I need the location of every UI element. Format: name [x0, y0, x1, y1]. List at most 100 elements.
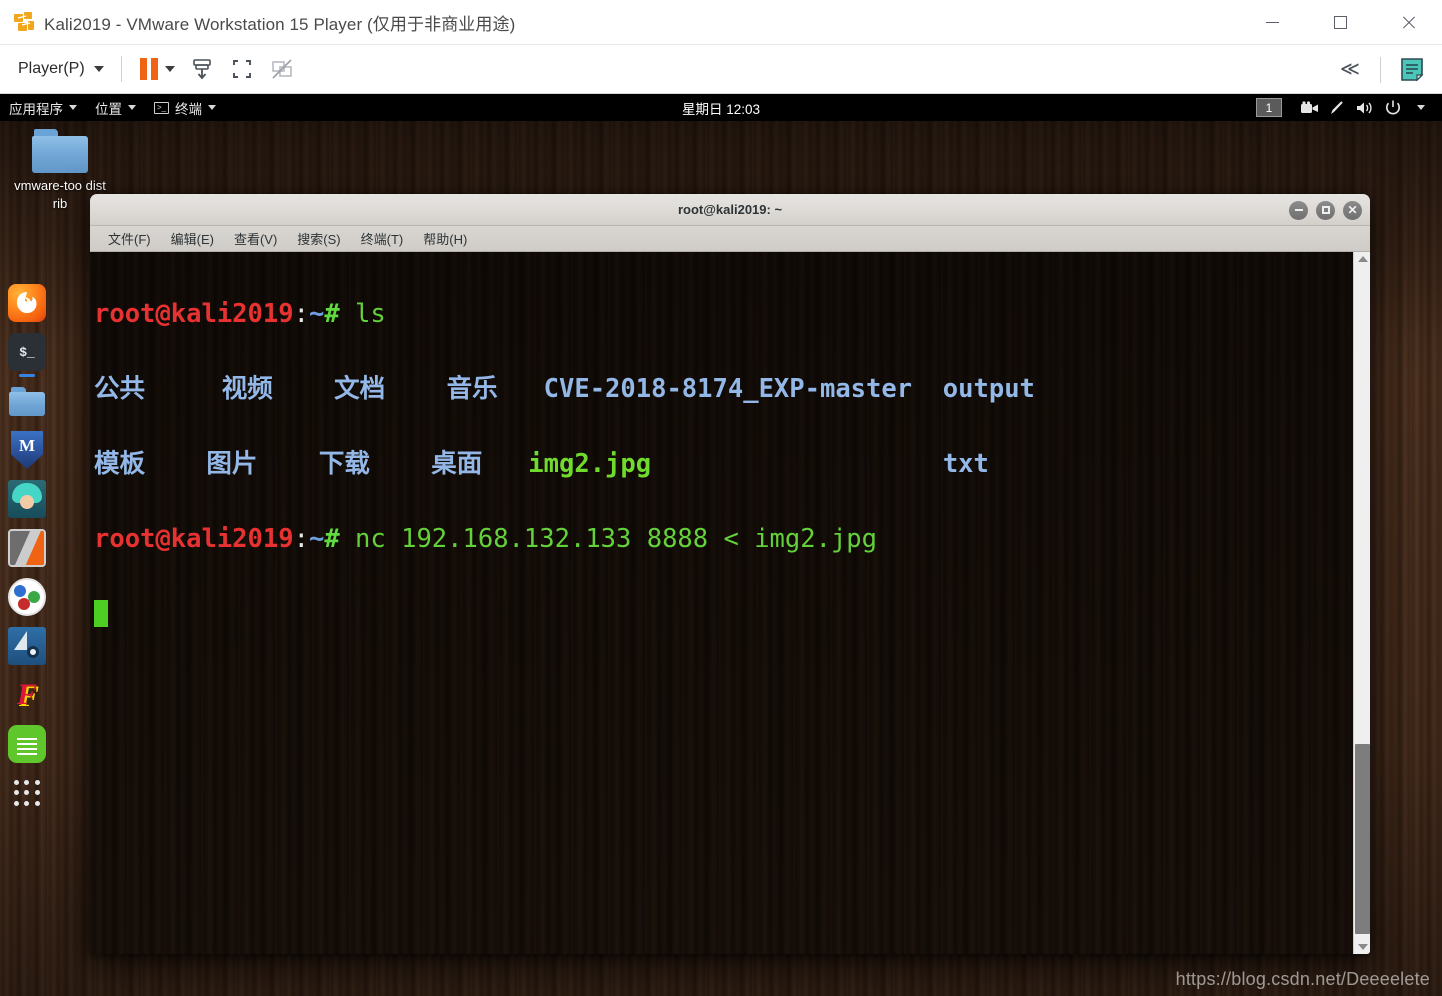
dock-item-faraday[interactable]: F	[8, 676, 46, 714]
maximize-icon	[1321, 206, 1330, 214]
snapshot-button[interactable]	[185, 51, 219, 87]
panel-menu-places[interactable]: 位置	[86, 94, 145, 121]
panel-menu-applications-label: 应用程序	[9, 101, 63, 117]
terminal-maximize-button[interactable]	[1316, 200, 1335, 220]
volume-icon[interactable]	[1352, 94, 1378, 121]
favorites-dock: $_ M F	[0, 276, 54, 822]
prompt-user-host: root@kali2019	[94, 523, 294, 554]
minimize-icon	[1265, 22, 1279, 23]
terminal-window-title: root@kali2019: ~	[677, 202, 783, 217]
player-menu-button[interactable]: Player(P)	[12, 53, 110, 85]
vmware-window-title: Kali2019 - VMware Workstation 15 Player …	[44, 14, 516, 34]
maximize-icon	[1333, 16, 1347, 29]
dock-item-beef[interactable]	[8, 578, 46, 616]
dock-item-metasploit[interactable]: M	[8, 431, 46, 469]
screen-root: Kali2019 - VMware Workstation 15 Player …	[0, 0, 1442, 996]
prompt-path: ~	[308, 298, 325, 329]
prompt-colon: :	[293, 298, 309, 329]
dock-item-texteditor[interactable]	[8, 725, 46, 763]
terminal-menu-edit[interactable]: 编辑(E)	[163, 226, 222, 251]
scrollbar-down-arrow[interactable]	[1354, 940, 1370, 954]
terminal-cursor	[94, 599, 108, 627]
unity-disabled-icon	[271, 59, 292, 79]
chevron-down-icon	[93, 66, 104, 72]
terminal-window: root@kali2019: ~ ✕ 文件(F) 编辑(E) 查看(V) 搜索(…	[90, 194, 1370, 954]
vmware-close-button[interactable]	[1374, 0, 1442, 45]
firefox-icon	[17, 292, 37, 313]
workspace-indicator[interactable]: 1	[1256, 98, 1282, 117]
vmware-toolbar-right: ≪	[1329, 45, 1432, 94]
scrollbar-thumb[interactable]	[1355, 744, 1370, 934]
terminal-minimize-button[interactable]	[1289, 200, 1308, 220]
terminal-listing-row-2-tail: txt	[942, 448, 989, 479]
prompt-sigil: #	[324, 523, 340, 554]
brightness-icon[interactable]	[1324, 94, 1350, 121]
dock-item-terminal[interactable]: $_	[8, 333, 46, 371]
notes-button[interactable]	[1395, 52, 1429, 88]
terminal-listing-file: img2.jpg	[528, 448, 652, 479]
terminal-line: 模板 图片 下载 桌面 img2.jpg txt	[94, 446, 1353, 484]
scrollbar-up-arrow[interactable]	[1354, 252, 1370, 266]
close-icon	[1401, 15, 1416, 30]
player-menu-label: Player(P)	[18, 60, 85, 77]
terminal-icon: >_	[154, 101, 169, 114]
chevron-down-icon	[164, 66, 175, 72]
toolbar-divider	[120, 56, 122, 82]
chevron-down-icon	[1417, 105, 1425, 110]
terminal-titlebar[interactable]: root@kali2019: ~ ✕	[90, 194, 1370, 226]
metasploit-icon: M	[11, 431, 43, 469]
faraday-icon: F	[16, 678, 37, 711]
dock-item-show-apps[interactable]	[8, 774, 46, 812]
panel-menu-applications[interactable]: 应用程序	[0, 94, 86, 121]
dock-item-firefox[interactable]	[8, 284, 46, 322]
toolbar-divider	[1380, 56, 1381, 83]
vmware-maximize-button[interactable]	[1306, 0, 1374, 45]
system-menu-button[interactable]	[1408, 94, 1434, 121]
vmware-toolbar: Player(P) ≪	[0, 45, 1442, 94]
terminal-menu-view[interactable]: 查看(V)	[226, 226, 285, 251]
terminal-line: root@kali2019:~# ls	[94, 296, 1353, 334]
screencast-icon[interactable]	[1296, 94, 1322, 121]
terminal-icon: $_	[19, 344, 35, 360]
notes-icon	[1401, 57, 1424, 81]
gnome-top-panel: 应用程序 位置 >_ 终端 星期日 12:03 1	[0, 94, 1442, 121]
dock-item-burpsuite[interactable]	[8, 529, 46, 567]
power-icon[interactable]	[1380, 94, 1406, 121]
terminal-listing-row-1: 公共 视频 文档 音乐 CVE-2018-8174_EXP-master out…	[94, 373, 1035, 404]
terminal-window-controls: ✕	[1289, 194, 1362, 226]
double-chevron-left-icon: ≪	[1340, 59, 1360, 80]
terminal-menubar: 文件(F) 编辑(E) 查看(V) 搜索(S) 终端(T) 帮助(H)	[90, 226, 1370, 252]
collapse-toolbar-button[interactable]: ≪	[1332, 52, 1366, 88]
terminal-listing-row-2-dirs: 模板 图片 下载 桌面	[94, 448, 529, 479]
unity-mode-button[interactable]	[265, 51, 299, 87]
vmware-minimize-button[interactable]	[1238, 0, 1306, 45]
chevron-down-icon	[69, 105, 77, 110]
vmware-logo-icon	[13, 11, 35, 33]
dock-item-armitage[interactable]	[8, 480, 46, 518]
prompt-colon: :	[293, 523, 309, 554]
panel-status-area: 1	[1256, 94, 1434, 121]
vmware-titlebar: Kali2019 - VMware Workstation 15 Player …	[0, 0, 1442, 45]
terminal-menu-search[interactable]: 搜索(S)	[289, 226, 348, 251]
terminal-line	[94, 596, 1353, 634]
fullscreen-button[interactable]	[225, 51, 259, 87]
terminal-menu-file[interactable]: 文件(F)	[100, 226, 159, 251]
snapshot-icon	[192, 59, 211, 80]
chevron-down-icon	[208, 105, 216, 110]
suspend-button[interactable]	[136, 51, 179, 87]
terminal-line: 公共 视频 文档 音乐 CVE-2018-8174_EXP-master out…	[94, 371, 1353, 409]
text-editor-icon	[17, 743, 37, 745]
desktop-wallpaper: vmware-too distrib $_ M F root@kali2019:…	[0, 121, 1442, 996]
folder-icon	[32, 129, 88, 173]
dock-item-files[interactable]	[8, 382, 46, 420]
minimize-icon	[1294, 209, 1303, 211]
terminal-menu-help[interactable]: 帮助(H)	[415, 226, 475, 251]
terminal-scrollbar[interactable]	[1353, 252, 1370, 954]
dock-item-wireshark[interactable]	[8, 627, 46, 665]
panel-menu-terminal[interactable]: >_ 终端	[145, 94, 225, 121]
vmware-window-controls	[1238, 0, 1442, 45]
close-icon: ✕	[1347, 202, 1358, 217]
terminal-close-button[interactable]: ✕	[1343, 200, 1362, 220]
terminal-body[interactable]: root@kali2019:~# ls 公共 视频 文档 音乐 CVE-2018…	[90, 252, 1370, 954]
terminal-menu-terminal[interactable]: 终端(T)	[353, 226, 412, 251]
